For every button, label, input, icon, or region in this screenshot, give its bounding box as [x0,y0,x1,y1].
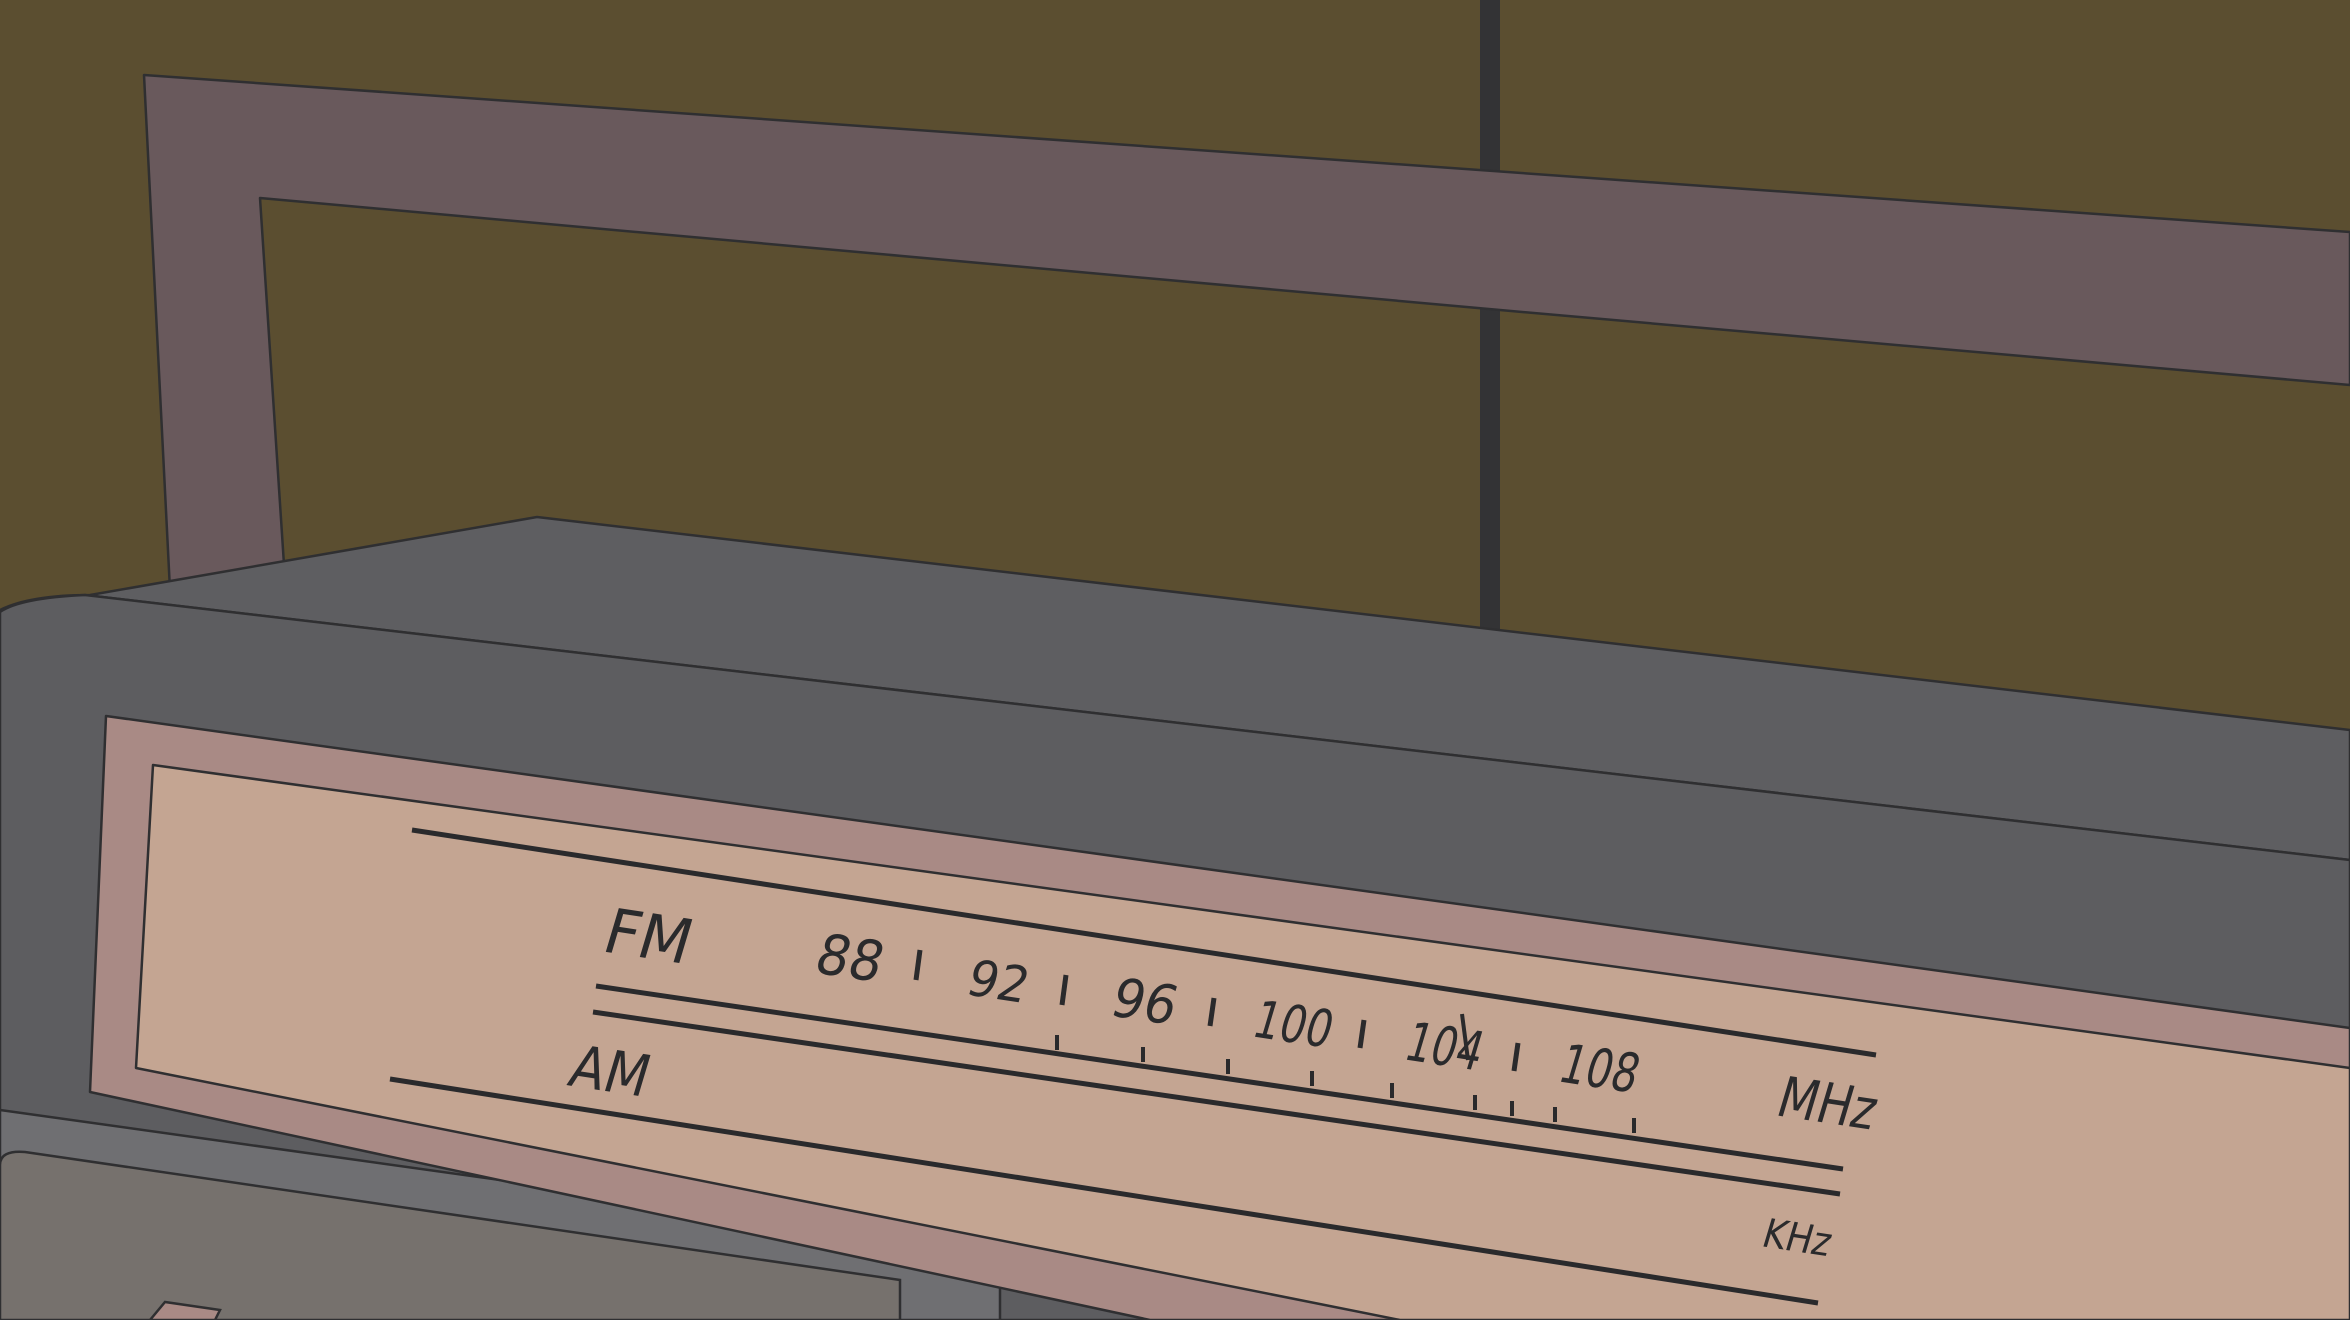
freq-label-100: 100 [1246,991,1340,1060]
antenna-rod [1480,0,1500,640]
radio-scene: FM AM MHz KHz 88 92 96 100 104 108 [0,0,2350,1320]
